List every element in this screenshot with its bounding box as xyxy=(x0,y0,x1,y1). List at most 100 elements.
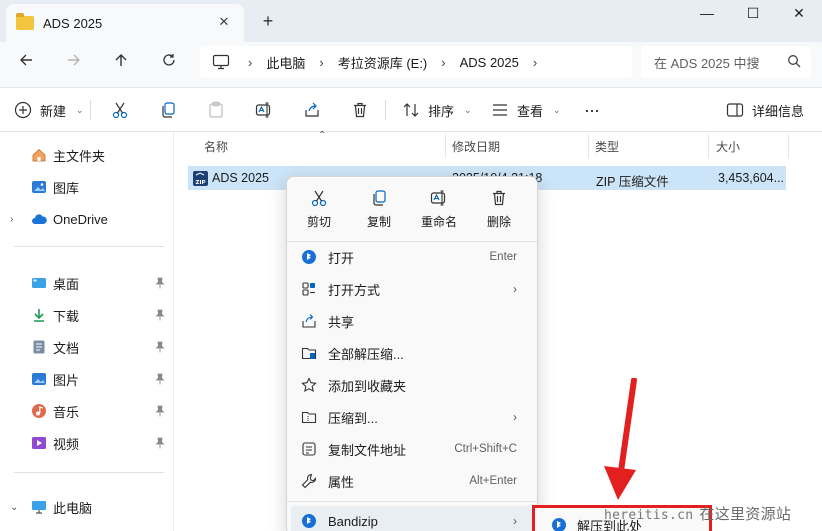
rename-quick-button[interactable]: 重命名 xyxy=(413,185,465,237)
rename-label: 重命名 xyxy=(420,215,457,229)
sidebar-item-home[interactable]: 主文件夹 xyxy=(0,140,174,170)
search-input[interactable]: 在 ADS 2025 中搜 xyxy=(641,46,811,78)
delete-quick-button[interactable]: 删除 xyxy=(473,185,525,237)
sidebar-item-onedrive[interactable]: › OneDrive xyxy=(0,204,174,234)
copy-quick-button[interactable]: 复制 xyxy=(353,185,405,237)
view-list-icon xyxy=(493,104,507,116)
download-icon xyxy=(34,309,44,322)
navigation-pane: 主文件夹 图库 › OneDrive 桌面 下载 文档 图片 音乐 视频 ⌄ 此… xyxy=(0,132,174,531)
menu-item-copy-path[interactable]: 复制文件地址 Ctrl+Shift+C xyxy=(291,434,533,464)
chevron-down-icon[interactable]: ⌄ xyxy=(10,502,18,513)
menu-item-open-with[interactable]: 打开方式 › xyxy=(291,274,533,304)
sort-button[interactable]: 排序 ⌄ xyxy=(402,98,472,122)
menu-item-label: 复制文件地址 xyxy=(328,442,407,458)
menu-item-open[interactable]: 打开 Enter xyxy=(291,242,533,272)
breadcrumb-chevron-icon: › xyxy=(532,54,538,70)
share-button[interactable] xyxy=(303,98,329,122)
trash-icon xyxy=(354,102,366,118)
toolbar-divider xyxy=(90,100,91,120)
pin-icon[interactable] xyxy=(155,277,165,289)
sidebar-item-documents[interactable]: 文档 xyxy=(0,332,174,362)
breadcrumb-chevron-icon: › xyxy=(319,54,324,70)
new-tab-button[interactable]: + xyxy=(256,10,280,34)
folder-icon xyxy=(16,13,34,30)
column-header-date[interactable]: 修改日期 xyxy=(452,138,500,155)
view-button[interactable]: 查看 ⌄ xyxy=(491,98,561,122)
arrow-left-icon xyxy=(20,54,32,66)
chevron-right-icon: › xyxy=(513,410,517,424)
details-button[interactable]: 详细信息 xyxy=(726,98,804,122)
column-header-type[interactable]: 类型 xyxy=(595,138,619,155)
red-arrow-annotation xyxy=(604,378,637,500)
tab-close-button[interactable]: ✕ xyxy=(214,12,234,32)
forward-button[interactable] xyxy=(60,50,88,78)
column-header-size[interactable]: 大小 xyxy=(716,138,740,155)
menu-item-bandizip[interactable]: Bandizip › xyxy=(291,506,533,531)
back-button[interactable] xyxy=(12,50,40,78)
paste-button[interactable] xyxy=(207,98,233,122)
pin-icon[interactable] xyxy=(155,309,165,321)
column-divider[interactable] xyxy=(708,134,709,158)
column-divider[interactable] xyxy=(788,134,789,158)
details-label: 详细信息 xyxy=(752,103,805,119)
sidebar-divider xyxy=(14,472,164,473)
address-bar[interactable]: › 此电脑 › 考拉资源库 (E:) › ADS 2025 › xyxy=(200,46,632,78)
cut-quick-button[interactable]: 剪切 xyxy=(293,185,345,237)
sidebar-item-videos[interactable]: 视频 xyxy=(0,428,174,458)
cut-label: 剪切 xyxy=(306,215,331,229)
rename-button[interactable] xyxy=(255,98,281,122)
pin-icon[interactable] xyxy=(155,341,165,353)
file-name: ADS 2025 xyxy=(212,171,269,185)
cut-button[interactable] xyxy=(111,98,137,122)
menu-item-share[interactable]: 共享 xyxy=(291,306,533,336)
sidebar-item-this-pc[interactable]: ⌄ 此电脑 xyxy=(0,492,174,522)
delete-button[interactable] xyxy=(351,98,377,122)
sidebar-item-gallery[interactable]: 图库 xyxy=(0,172,174,202)
menu-item-properties[interactable]: 属性 Alt+Enter xyxy=(291,466,533,496)
refresh-button[interactable] xyxy=(155,50,183,78)
column-divider[interactable] xyxy=(445,134,446,158)
tab-ads-2025[interactable]: ADS 2025 ✕ xyxy=(6,4,244,42)
menu-item-label: 全部解压缩... xyxy=(328,346,404,362)
delete-label: 删除 xyxy=(486,215,511,229)
copy-button[interactable] xyxy=(159,98,185,122)
maximize-button[interactable]: ☐ xyxy=(730,0,776,28)
breadcrumb-this-pc[interactable]: 此电脑 xyxy=(266,53,305,72)
star-icon xyxy=(301,377,317,393)
copy-label: 复制 xyxy=(366,215,391,229)
column-header-name[interactable]: 名称 xyxy=(204,138,228,155)
minimize-button[interactable]: — xyxy=(684,0,730,28)
wrench-icon xyxy=(301,473,317,489)
menu-item-compress-to[interactable]: 压缩到... › xyxy=(291,402,533,432)
sidebar-item-downloads[interactable]: 下载 xyxy=(0,300,174,330)
pin-icon[interactable] xyxy=(155,373,165,385)
bandizip-icon xyxy=(552,518,566,531)
sidebar-item-desktop[interactable]: 桌面 xyxy=(0,268,174,298)
compress-icon xyxy=(301,411,317,424)
home-icon xyxy=(32,148,46,162)
breadcrumb-ads-2025[interactable]: ADS 2025 xyxy=(460,55,519,70)
share-icon xyxy=(305,102,319,117)
menu-item-label: Bandizip xyxy=(328,513,378,529)
menu-item-label: 共享 xyxy=(328,314,355,330)
breadcrumb-chevron-icon: › xyxy=(248,54,253,70)
watermark: hereitis.cn 在这里资源站 xyxy=(604,503,791,524)
sidebar-item-pictures[interactable]: 图片 xyxy=(0,364,174,394)
close-button[interactable]: ✕ xyxy=(776,0,822,28)
breadcrumb-drive-e[interactable]: 考拉资源库 (E:) xyxy=(338,53,428,72)
up-button[interactable] xyxy=(107,50,135,78)
pin-icon[interactable] xyxy=(155,437,165,449)
column-divider[interactable] xyxy=(588,134,589,158)
zip-file-icon: ZIP xyxy=(193,171,208,186)
toolbar-divider xyxy=(385,100,386,120)
menu-item-label: 属性 xyxy=(328,474,355,490)
sidebar-item-label: 文档 xyxy=(53,340,80,356)
menu-item-add-to-favorites[interactable]: 添加到收藏夹 xyxy=(291,370,533,400)
menu-item-extract-all[interactable]: 全部解压缩... xyxy=(291,338,533,368)
more-options-button[interactable]: ··· xyxy=(584,98,600,122)
sidebar-item-music[interactable]: 音乐 xyxy=(0,396,174,426)
pin-icon[interactable] xyxy=(155,405,165,417)
chevron-right-icon[interactable]: › xyxy=(10,214,13,225)
new-button[interactable]: 新建 ⌄ xyxy=(14,98,84,122)
scissors-icon xyxy=(311,190,327,207)
